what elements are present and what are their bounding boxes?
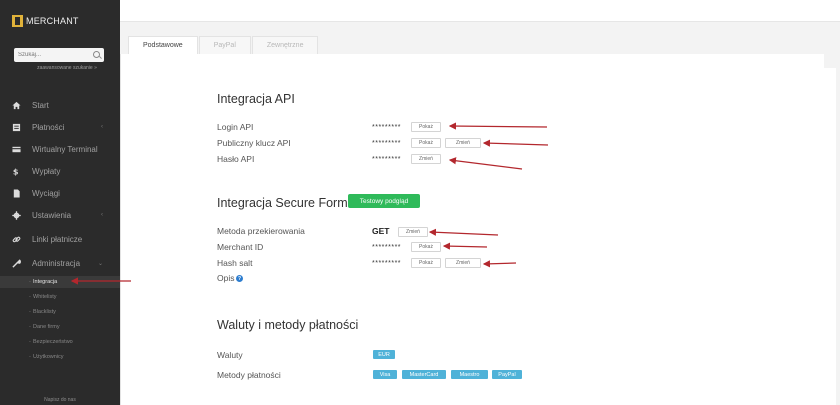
merchant-id-show-button[interactable]: Pokaż	[411, 242, 441, 252]
sidebar-subitem-integration[interactable]: Integracja	[0, 276, 120, 288]
tab-paypal[interactable]: PayPal	[198, 36, 251, 54]
merchant-id-label: Merchant ID	[217, 242, 264, 252]
chevron-left-icon: ‹	[101, 212, 103, 218]
method-badge-mastercard: MasterCard	[402, 370, 446, 379]
merchant-id-value: *********	[372, 244, 402, 251]
login-api-show-button[interactable]: Pokaż	[411, 122, 441, 132]
description-label: Opis	[217, 273, 235, 283]
public-key-value: *********	[372, 140, 402, 147]
sidebar-item-statements[interactable]: Wyciągi	[0, 184, 120, 202]
chevron-left-icon: ‹	[101, 124, 103, 130]
tab-basic[interactable]: Podstawowe	[128, 36, 198, 54]
method-badge-visa: Visa	[373, 370, 397, 379]
terminal-icon	[11, 144, 21, 154]
sidebar-subitem-users[interactable]: Użytkownicy	[0, 351, 120, 363]
sidebar: MERCHANTpanel zaawansowane szukanie » St…	[0, 0, 836, 405]
wrench-icon	[11, 258, 21, 268]
currencies-section-title: Waluty i metody płatności	[217, 318, 359, 332]
api-password-label: Hasło API	[217, 154, 255, 164]
redirect-method-change-button[interactable]: Zmień	[398, 227, 428, 237]
payments-icon	[11, 122, 21, 132]
api-section-title: Integracja API	[217, 92, 295, 106]
search-icon[interactable]	[93, 51, 100, 58]
link-icon	[11, 234, 21, 244]
sidebar-item-payments[interactable]: Płatności ‹	[0, 118, 120, 136]
svg-text:$: $	[12, 167, 18, 176]
sidebar-item-administration[interactable]: Administracja ⌄	[0, 254, 120, 272]
payouts-icon: $	[11, 166, 21, 176]
sidebar-subitem-company-data[interactable]: Dane firmy	[0, 321, 120, 333]
test-preview-button[interactable]: Testowy podgląd	[348, 194, 420, 208]
public-key-show-button[interactable]: Pokaż	[411, 138, 441, 148]
hash-salt-show-button[interactable]: Pokaż	[411, 258, 441, 268]
sidebar-subitem-security[interactable]: Bezpieczeństwo	[0, 336, 120, 348]
sidebar-item-payment-links[interactable]: Linki płatnicze	[0, 230, 120, 248]
sidebar-subitem-blacklists[interactable]: Blacklisty	[0, 306, 120, 318]
hash-salt-value: *********	[372, 260, 402, 267]
chevron-down-icon: ⌄	[97, 260, 103, 267]
currencies-label: Waluty	[217, 350, 243, 360]
api-password-value: *********	[372, 156, 402, 163]
sidebar-item-payouts[interactable]: $ Wypłaty	[0, 162, 120, 180]
search-input[interactable]	[14, 52, 90, 58]
statements-icon	[11, 188, 21, 198]
gear-icon	[11, 210, 21, 220]
method-badge-paypal: PayPal	[492, 370, 522, 379]
sidebar-item-start[interactable]: Start	[0, 96, 120, 114]
public-key-change-button[interactable]: Zmień	[445, 138, 481, 148]
tab-bar: Podstawowe PayPal Zewnętrzne	[128, 36, 319, 54]
info-icon[interactable]: ?	[236, 275, 243, 282]
hash-salt-label: Hash salt	[217, 258, 253, 268]
contact-link[interactable]: Napisz do nas	[0, 397, 120, 403]
hash-salt-change-button[interactable]: Zmień	[445, 258, 481, 268]
redirect-method-label: Metoda przekierowania	[217, 226, 305, 236]
sidebar-item-virtual-terminal[interactable]: Wirtualny Terminal	[0, 140, 120, 158]
payment-methods-label: Metody płatności	[217, 370, 281, 380]
currency-badge-eur: EUR	[373, 350, 395, 359]
api-password-change-button[interactable]: Zmień	[411, 154, 441, 164]
redirect-method-value: GET	[372, 226, 390, 236]
sidebar-subitem-whitelists[interactable]: Whitelisty	[0, 291, 120, 303]
sidebar-item-settings[interactable]: Ustawienia ‹	[0, 206, 120, 224]
secure-form-section-title: Integracja Secure Form	[217, 196, 348, 210]
home-icon	[11, 100, 21, 110]
search-box	[14, 48, 104, 62]
tab-external[interactable]: Zewnętrzne	[251, 36, 319, 54]
app-logo[interactable]: MERCHANTpanel	[12, 14, 836, 405]
advanced-search-link[interactable]: zaawansowane szukanie »	[22, 65, 112, 71]
login-api-label: Login API	[217, 122, 254, 132]
login-api-value: *********	[372, 124, 402, 131]
top-bar	[120, 0, 840, 22]
method-badge-maestro: Maestro	[451, 370, 488, 379]
public-key-label: Publiczny klucz API	[217, 138, 291, 148]
logo-icon	[12, 15, 23, 27]
